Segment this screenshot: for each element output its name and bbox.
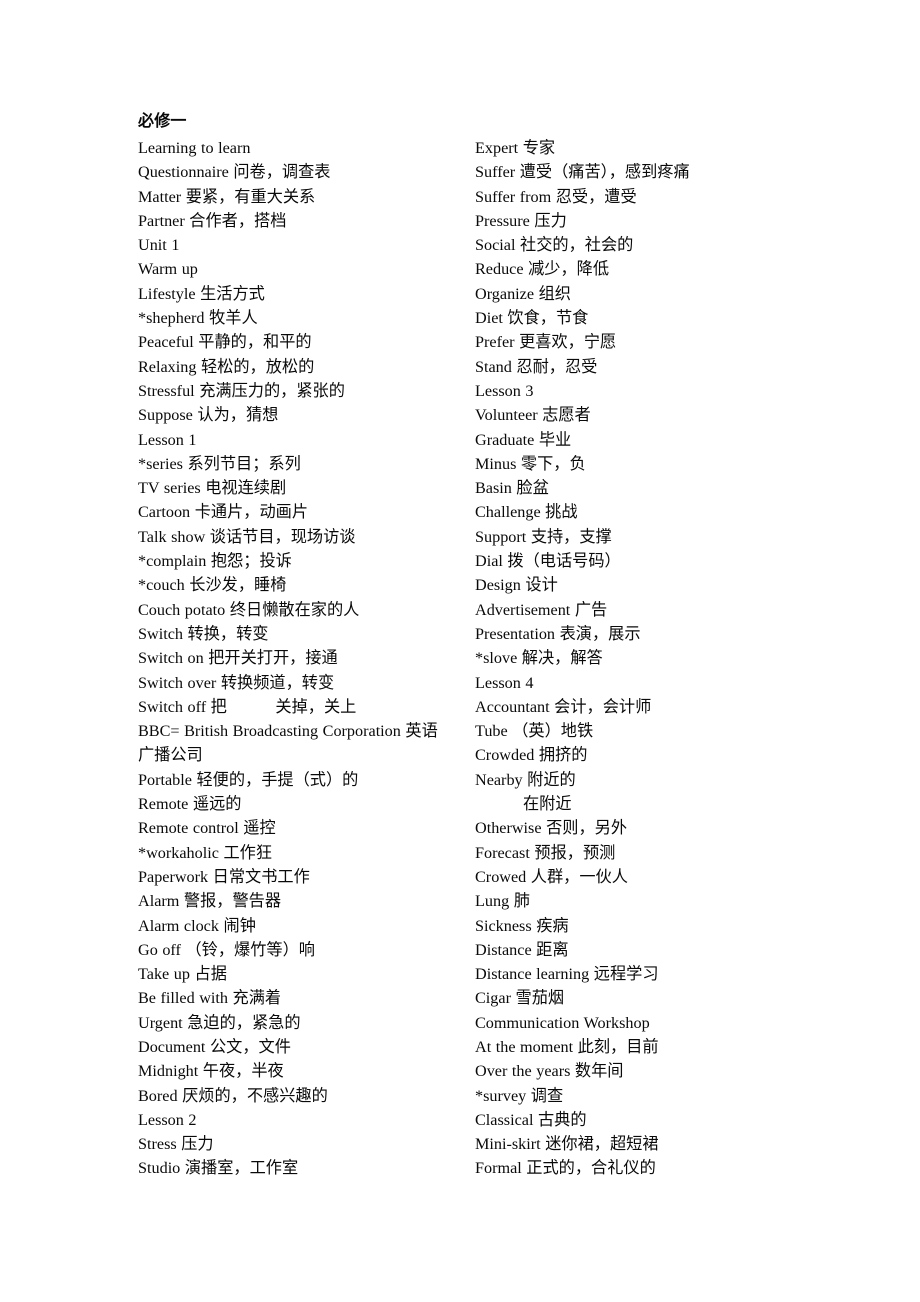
vocabulary-entry: Pressure 压力: [475, 211, 567, 230]
vocabulary-entry: Forecast 预报，预测: [475, 843, 616, 862]
vocabulary-entry: Distance learning 远程学习: [475, 965, 659, 984]
vocabulary-entry: *slove 解决，解答: [475, 649, 603, 668]
vocabulary-entry: *survey 调查: [475, 1086, 564, 1105]
vocabulary-entry: Alarm clock 闹钟: [138, 916, 256, 935]
vocabulary-entry: Classical 古典的: [475, 1110, 587, 1129]
vocabulary-entry: Support 支持，支撑: [475, 527, 612, 546]
vocabulary-entry: Minus 零下，负: [475, 454, 586, 473]
vocabulary-entry: Crowded 拥挤的: [475, 746, 588, 765]
vocabulary-entry: Suppose 认为，猜想: [138, 406, 279, 425]
vocabulary-entry: Remote control 遥控: [138, 819, 276, 838]
vocabulary-entry: Document 公文，文件: [138, 1037, 291, 1056]
vocabulary-entry: Social 社交的，社会的: [475, 236, 634, 255]
vocabulary-entry: Tube （英）地铁: [475, 722, 594, 741]
vocabulary-entry: Switch over 转换频道，转变: [138, 673, 335, 692]
vocabulary-entry: *complain 抱怨；投诉: [138, 552, 292, 571]
vocabulary-entry: Relaxing 轻松的，放松的: [138, 357, 315, 376]
vocabulary-entry: Volunteer 志愿者: [475, 406, 591, 425]
vocabulary-entry: Mini-skirt 迷你裙，超短裙: [475, 1135, 659, 1154]
vocabulary-entry: Challenge 挑战: [475, 503, 578, 522]
vocabulary-entry: Organize 组织: [475, 284, 571, 303]
vocabulary-entry: Go off （铃，爆竹等）响: [138, 940, 315, 959]
vocabulary-entry: Communication Workshop: [475, 1013, 650, 1032]
vocabulary-entry: Prefer 更喜欢，宁愿: [475, 333, 617, 352]
vocabulary-entry: Switch 转换，转变: [138, 624, 269, 643]
vocabulary-entry: At the moment 此刻，目前: [475, 1037, 659, 1056]
vocabulary-entry: Switch on 把开关打开，接通: [138, 649, 338, 668]
vocabulary-entry: Suffer from 忍受，遭受: [475, 187, 637, 206]
vocabulary-entry: Questionnaire 问卷，调查表: [138, 163, 331, 182]
vocabulary-entry: Dial 拨（电话号码）: [475, 552, 621, 571]
vocabulary-entry: Bored 厌烦的，不感兴趣的: [138, 1086, 328, 1105]
vocabulary-entry: Studio 演播室，工作室: [138, 1159, 299, 1178]
vocabulary-entry: Advertisement 广告: [475, 600, 608, 619]
vocabulary-entry: Graduate 毕业: [475, 430, 572, 449]
vocabulary-entry: Nearby 附近的: [475, 770, 576, 789]
vocabulary-entry: Alarm 警报，警告器: [138, 892, 282, 911]
vocabulary-entry: Stressful 充满压力的，紧张的: [138, 381, 345, 400]
vocabulary-entry: Distance 距离: [475, 940, 569, 959]
vocabulary-entry: Remote 遥远的: [138, 795, 242, 814]
vocabulary-entry: Sickness 疾病: [475, 916, 569, 935]
vocabulary-entry: *shepherd 牧羊人: [138, 309, 258, 328]
vocabulary-entry: Design 设计: [475, 576, 558, 595]
vocabulary-entry: *couch 长沙发，睡椅: [138, 576, 287, 595]
vocabulary-entry: Cigar 雪茄烟: [475, 989, 565, 1008]
vocabulary-entry: Suffer 遭受（痛苦），感到疼痛: [475, 163, 690, 182]
vocabulary-entry: Warm up: [138, 260, 198, 279]
vocabulary-entry: Basin 脸盆: [475, 479, 549, 498]
vocabulary-entry: Paperwork 日常文书工作: [138, 867, 310, 886]
vocabulary-entry: Otherwise 否则，另外: [475, 819, 628, 838]
vocabulary-entry: Crowed 人群，一伙人: [475, 867, 628, 886]
vocabulary-entry: Partner 合作者，搭档: [138, 211, 287, 230]
vocabulary-entry: Diet 饮食，节食: [475, 309, 589, 328]
vocabulary-entry: Peaceful 平静的，和平的: [138, 333, 312, 352]
vocabulary-entry: Lesson 1: [138, 430, 197, 449]
vocabulary-entry: Switch off 把 关掉，关上: [138, 697, 357, 716]
vocabulary-entry: Lesson 4: [475, 673, 534, 692]
vocabulary-entry: Expert 专家: [475, 139, 556, 157]
vocabulary-entry: Presentation 表演，展示: [475, 624, 641, 643]
vocabulary-entry: Portable 轻便的，手提（式）的: [138, 770, 359, 789]
vocabulary-entry: TV series 电视连续剧: [138, 479, 287, 498]
vocabulary-entry: Reduce 减少，降低: [475, 260, 610, 279]
vocabulary-entry: Lung 肺: [475, 892, 530, 911]
vocabulary-entry: 在附近: [523, 795, 572, 814]
vocabulary-entry: Accountant 会计，会计师: [475, 697, 652, 716]
vocabulary-entry: Stress 压力: [138, 1135, 214, 1154]
vocabulary-entry: Over the years 数年间: [475, 1062, 624, 1081]
vocabulary-entry: Urgent 急迫的，紧急的: [138, 1013, 301, 1032]
vocabulary-entry: *workaholic 工作狂: [138, 843, 273, 862]
vocabulary-column-left: Learning to learn Questionnaire 问卷，调查表 Mat…: [138, 136, 450, 1181]
document-page: 必修一 Learning to learn Questionnaire 问卷，调查…: [0, 0, 920, 1302]
vocabulary-entry: BBC= British Broadcasting Corporation 英语…: [138, 722, 438, 765]
vocabulary-entry: Lesson 2: [138, 1110, 197, 1129]
vocabulary-entry: Midnight 午夜，半夜: [138, 1062, 284, 1081]
vocabulary-entry: *series 系列节目；系列: [138, 454, 301, 473]
vocabulary-entry: Couch potato 终日懒散在家的人: [138, 600, 360, 619]
vocabulary-entry: Be filled with 充满着: [138, 989, 282, 1008]
vocabulary-entry: Take up 占据: [138, 965, 227, 984]
vocabulary-column-right: Expert 专家 Suffer 遭受（痛苦），感到疼痛 Suffer from 忍…: [475, 136, 805, 1181]
vocabulary-entry: Learning to learn: [138, 139, 251, 157]
vocabulary-entry: Talk show 谈话节目，现场访谈: [138, 527, 356, 546]
vocabulary-entry: Matter 要紧，有重大关系: [138, 187, 316, 206]
vocabulary-entry: Unit 1: [138, 236, 180, 255]
vocabulary-entry: Formal 正式的，合礼仪的: [475, 1159, 656, 1178]
vocabulary-entry: Cartoon 卡通片，动画片: [138, 503, 309, 522]
vocabulary-entry: Stand 忍耐，忍受: [475, 357, 598, 376]
vocabulary-entry: Lesson 3: [475, 381, 534, 400]
vocabulary-entry: Lifestyle 生活方式: [138, 284, 265, 303]
page-title: 必修一: [138, 113, 187, 130]
